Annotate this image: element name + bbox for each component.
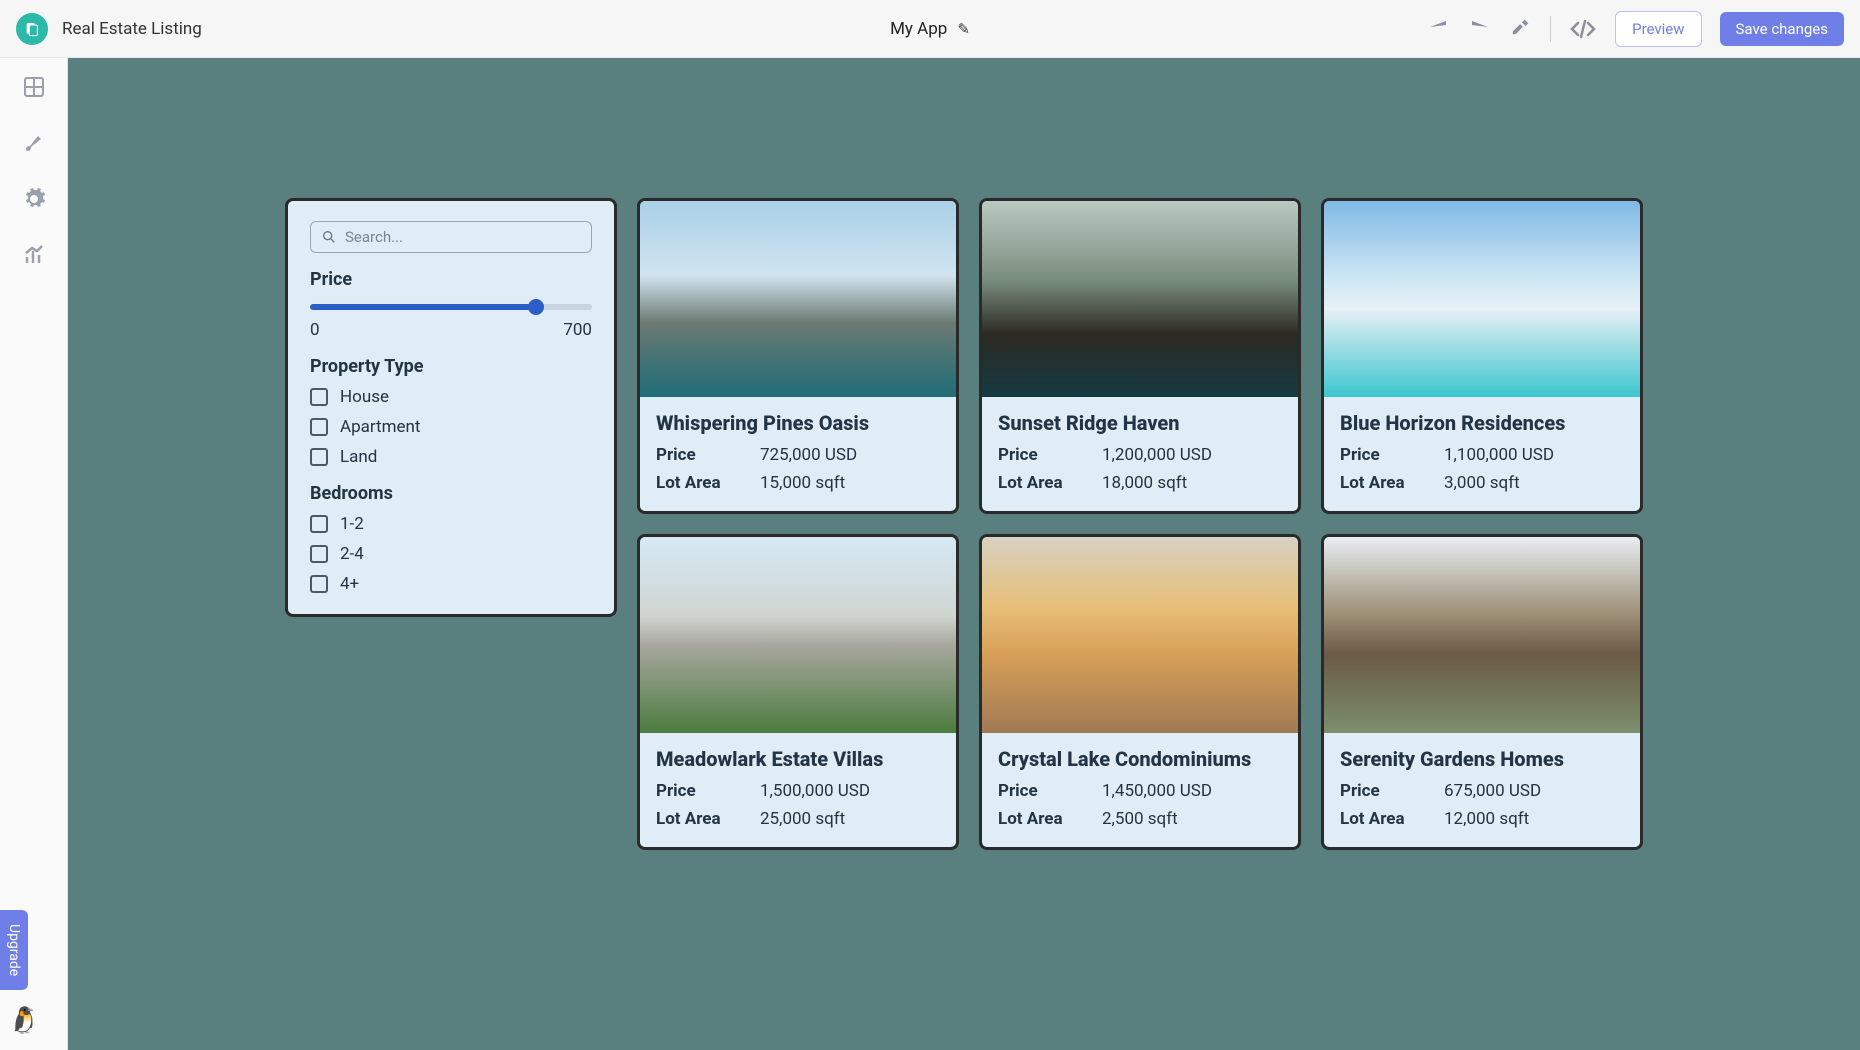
property-type-label: Property Type <box>310 356 592 377</box>
listing-card[interactable]: Crystal Lake Condominiums Price1,450,000… <box>979 534 1301 850</box>
listing-card[interactable]: Serenity Gardens Homes Price675,000 USD … <box>1321 534 1643 850</box>
checkbox-land[interactable] <box>310 448 328 466</box>
search-icon <box>321 229 337 245</box>
price-max: 700 <box>563 320 592 340</box>
listing-title: Serenity Gardens Homes <box>1340 747 1624 771</box>
checkbox-house[interactable] <box>310 388 328 406</box>
price-value: 1,450,000 USD <box>1102 781 1212 801</box>
app-title: My App <box>890 19 947 39</box>
checkbox-apartment[interactable] <box>310 418 328 436</box>
page-name: Real Estate Listing <box>62 19 202 39</box>
listing-title: Meadowlark Estate Villas <box>656 747 940 771</box>
lot-value: 15,000 sqft <box>760 473 845 493</box>
listing-card[interactable]: Whispering Pines Oasis Price725,000 USD … <box>637 198 959 514</box>
preview-button[interactable]: Preview <box>1615 11 1701 47</box>
filter-panel[interactable]: Price 0 700 Property Type House Apartmen… <box>285 198 617 617</box>
upgrade-button[interactable]: Upgrade <box>0 910 28 990</box>
price-key: Price <box>1340 781 1444 801</box>
checkbox-label: 2-4 <box>340 544 364 564</box>
lot-value: 3,000 sqft <box>1444 473 1520 493</box>
price-value: 1,100,000 USD <box>1444 445 1554 465</box>
grid-icon[interactable] <box>21 74 47 100</box>
listing-title: Crystal Lake Condominiums <box>998 747 1282 771</box>
checkbox-label: Apartment <box>340 417 421 437</box>
price-value: 1,200,000 USD <box>1102 445 1212 465</box>
price-key: Price <box>998 445 1102 465</box>
design-canvas[interactable]: Price 0 700 Property Type House Apartmen… <box>68 58 1860 1050</box>
brush-icon[interactable] <box>21 130 47 156</box>
listing-image <box>1324 201 1640 397</box>
listing-image <box>640 201 956 397</box>
listing-title: Sunset Ridge Haven <box>998 411 1282 435</box>
lot-value: 2,500 sqft <box>1102 809 1178 829</box>
workspace: Price 0 700 Property Type House Apartmen… <box>285 198 1643 1050</box>
edit-title-icon[interactable]: ✎ <box>957 20 970 38</box>
toolbar-divider <box>1550 16 1551 42</box>
listing-image <box>1324 537 1640 733</box>
price-label: Price <box>310 269 592 290</box>
checkbox-label: Land <box>340 447 377 467</box>
left-sidebar: Upgrade 🐧 <box>0 58 68 1050</box>
lot-key: Lot Area <box>1340 473 1444 493</box>
lot-key: Lot Area <box>656 809 760 829</box>
listing-card[interactable]: Blue Horizon Residences Price1,100,000 U… <box>1321 198 1643 514</box>
checkbox-bed-2-4[interactable] <box>310 545 328 563</box>
lot-key: Lot Area <box>656 473 760 493</box>
listing-card[interactable]: Sunset Ridge Haven Price1,200,000 USD Lo… <box>979 198 1301 514</box>
hammer-icon[interactable] <box>1510 15 1532 43</box>
lot-value: 18,000 sqft <box>1102 473 1187 493</box>
checkbox-label: 1-2 <box>340 514 364 534</box>
undo-icon[interactable] <box>1426 16 1450 41</box>
price-key: Price <box>656 445 760 465</box>
mascot-icon: 🐧 <box>8 1006 40 1036</box>
search-input[interactable] <box>345 228 581 246</box>
chart-icon[interactable] <box>21 242 47 268</box>
checkbox-bed-1-2[interactable] <box>310 515 328 533</box>
lot-value: 25,000 sqft <box>760 809 845 829</box>
listing-card[interactable]: Meadowlark Estate Villas Price1,500,000 … <box>637 534 959 850</box>
price-key: Price <box>998 781 1102 801</box>
gear-icon[interactable] <box>21 186 47 212</box>
slider-knob[interactable] <box>528 299 544 315</box>
listing-image <box>982 537 1298 733</box>
lot-value: 12,000 sqft <box>1444 809 1529 829</box>
price-value: 725,000 USD <box>760 445 857 465</box>
price-value: 675,000 USD <box>1444 781 1541 801</box>
bedrooms-label: Bedrooms <box>310 483 592 504</box>
lot-key: Lot Area <box>998 809 1102 829</box>
checkbox-label: House <box>340 387 389 407</box>
price-min: 0 <box>310 320 320 340</box>
slider-fill <box>310 304 536 310</box>
checkbox-bed-4plus[interactable] <box>310 575 328 593</box>
top-bar: Real Estate Listing My App ✎ Preview Sav… <box>0 0 1860 58</box>
code-icon[interactable] <box>1569 19 1597 39</box>
lot-key: Lot Area <box>1340 809 1444 829</box>
listing-image <box>982 201 1298 397</box>
lot-key: Lot Area <box>998 473 1102 493</box>
save-changes-button[interactable]: Save changes <box>1720 12 1844 46</box>
price-key: Price <box>1340 445 1444 465</box>
listing-title: Blue Horizon Residences <box>1340 411 1624 435</box>
app-logo-icon <box>16 13 48 45</box>
price-slider[interactable] <box>310 304 592 310</box>
search-wrapper <box>310 221 592 253</box>
redo-icon[interactable] <box>1468 16 1492 41</box>
checkbox-label: 4+ <box>340 574 359 594</box>
listing-image <box>640 537 956 733</box>
price-value: 1,500,000 USD <box>760 781 870 801</box>
listings-grid: Whispering Pines Oasis Price725,000 USD … <box>637 198 1643 850</box>
listing-title: Whispering Pines Oasis <box>656 411 940 435</box>
price-key: Price <box>656 781 760 801</box>
